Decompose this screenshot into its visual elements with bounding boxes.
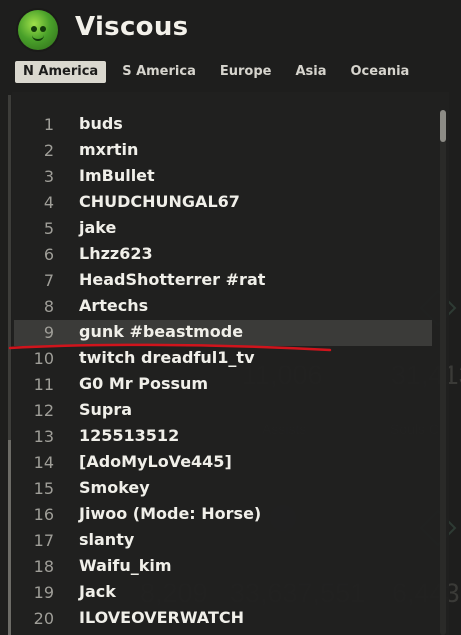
player-name: Jack — [79, 582, 116, 601]
leaderboard-row[interactable]: 9 gunk #beastmode — [14, 320, 432, 346]
player-name: buds — [79, 114, 123, 133]
player-name: Smokey — [79, 478, 150, 497]
player-name: Lhzz623 — [79, 244, 153, 263]
player-name: jake — [79, 218, 117, 237]
leaderboard-list: 1 buds 2 mxrtin 3 ImBullet 4 CHUDCHUNGAL67 5 jake… — [14, 112, 432, 632]
hero-title: Viscous — [75, 12, 189, 42]
rank-number: 18 — [33, 557, 54, 576]
rank-number: 15 — [33, 479, 54, 498]
leaderboard-row[interactable]: 20 ILOVEOVERWATCH — [14, 606, 432, 632]
rank-number: 11 — [33, 375, 54, 394]
player-name: gunk #beastmode — [79, 322, 244, 341]
leaderboard-row[interactable]: 3 ImBullet — [14, 164, 432, 190]
rank-number: 2 — [43, 141, 54, 160]
region-tabs: N America S America Europe Asia Oceania — [15, 61, 425, 83]
leaderboard-row[interactable]: 16 Jiwoo (Mode: Horse) — [14, 502, 432, 528]
player-name: Jiwoo (Mode: Horse) — [79, 504, 262, 523]
outer-scrollbar-thumb[interactable] — [8, 440, 11, 635]
player-name: HeadShotterrer #rat — [79, 270, 266, 289]
player-name: slanty — [79, 530, 135, 549]
rank-number: 7 — [43, 271, 54, 290]
rank-number: 4 — [43, 193, 54, 212]
outer-scrollbar[interactable] — [8, 95, 11, 635]
leaderboard-row[interactable]: 1 buds — [14, 112, 432, 138]
leaderboard-row[interactable]: 19 Jack — [14, 580, 432, 606]
rank-number: 17 — [33, 531, 54, 550]
rank-number: 20 — [33, 609, 54, 628]
rank-number: 16 — [33, 505, 54, 524]
leaderboard-row[interactable]: 10 twitch dreadful1_tv — [14, 346, 432, 372]
leaderboard-row[interactable]: 7 HeadShotterrer #rat — [14, 268, 432, 294]
hero-header: Viscous — [0, 0, 461, 64]
rank-number: 12 — [33, 401, 54, 420]
leaderboard-row[interactable]: 12 Supra — [14, 398, 432, 424]
leaderboard-row[interactable]: 4 CHUDCHUNGAL67 — [14, 190, 432, 216]
player-name: [AdoMyLoVe445] — [79, 452, 232, 471]
leaderboard-row[interactable]: 18 Waifu_kim — [14, 554, 432, 580]
rank-number: 14 — [33, 453, 54, 472]
rank-number: 9 — [43, 323, 54, 342]
player-name: Waifu_kim — [79, 556, 172, 575]
leaderboard-row[interactable]: 14 [AdoMyLoVe445] — [14, 450, 432, 476]
leaderboard-row[interactable]: 17 slanty — [14, 528, 432, 554]
player-name: 125513512 — [79, 426, 180, 445]
tab-europe[interactable]: Europe — [212, 61, 280, 83]
player-name: ImBullet — [79, 166, 155, 185]
slime-hero-icon — [18, 10, 58, 50]
player-name: CHUDCHUNGAL67 — [79, 192, 240, 211]
rank-number: 3 — [43, 167, 54, 186]
tab-n-america[interactable]: N America — [15, 61, 107, 83]
leaderboard-row[interactable]: 5 jake — [14, 216, 432, 242]
rank-number: 13 — [33, 427, 54, 446]
leaderboard-row[interactable]: 11 G0 Mr Possum — [14, 372, 432, 398]
rank-number: 5 — [43, 219, 54, 238]
tab-asia[interactable]: Asia — [287, 61, 334, 83]
rank-number: 6 — [43, 245, 54, 264]
leaderboard-scrollbar-thumb[interactable] — [440, 110, 446, 142]
rank-number: 19 — [33, 583, 54, 602]
rank-number: 8 — [43, 297, 54, 316]
leaderboard-row[interactable]: 15 Smokey — [14, 476, 432, 502]
player-name: ILOVEOVERWATCH — [79, 608, 244, 627]
player-name: twitch dreadful1_tv — [79, 348, 255, 367]
leaderboard-scrollbar[interactable] — [440, 110, 446, 635]
leaderboard-row[interactable]: 13 125513512 — [14, 424, 432, 450]
tab-s-america[interactable]: S America — [114, 61, 204, 83]
leaderboard-row[interactable]: 2 mxrtin — [14, 138, 432, 164]
player-name: Artechs — [79, 296, 149, 315]
leaderboard-row[interactable]: 8 Artechs — [14, 294, 432, 320]
player-name: mxrtin — [79, 140, 139, 159]
player-name: Supra — [79, 400, 133, 419]
rank-number: 10 — [33, 349, 54, 368]
rank-number: 1 — [43, 115, 54, 134]
leaderboard-row[interactable]: 6 Lhzz623 — [14, 242, 432, 268]
tab-oceania[interactable]: Oceania — [343, 61, 418, 83]
player-name: G0 Mr Possum — [79, 374, 209, 393]
